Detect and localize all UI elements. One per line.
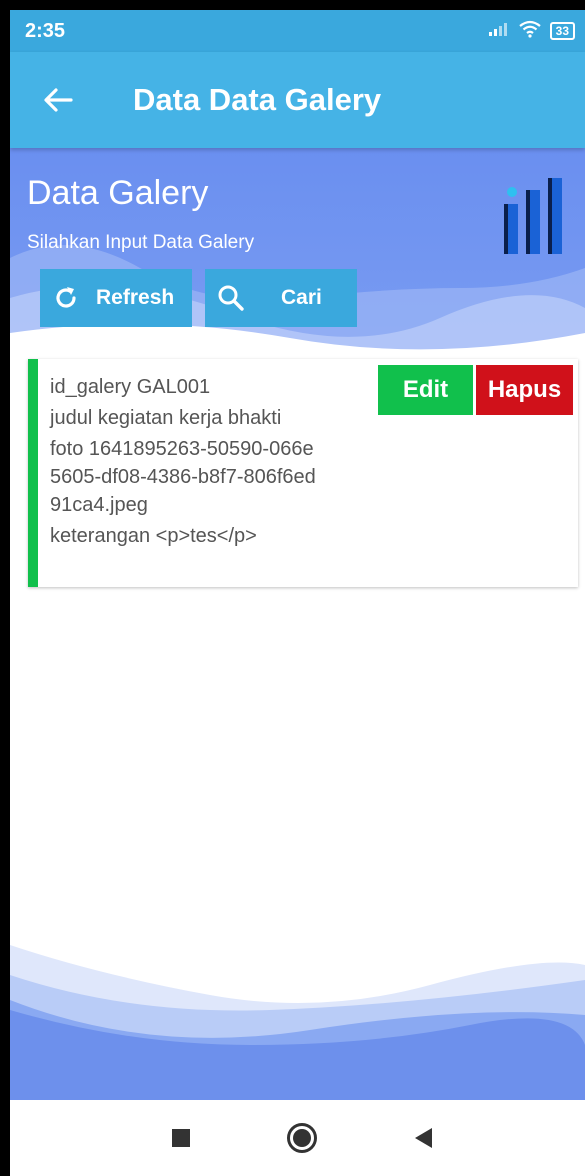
search-button[interactable]: Cari <box>205 269 357 327</box>
square-icon <box>172 1129 190 1147</box>
galery-photo: foto 1641895263-50590-066e 5605-df08-438… <box>50 435 370 519</box>
galery-photo-line2: 5605-df08-4386-b8f7-806f6ed <box>50 466 316 488</box>
galery-title: judul kegiatan kerja bhakti <box>50 407 282 429</box>
triangle-back-icon <box>415 1128 432 1148</box>
page-title: Data Galery <box>27 174 209 212</box>
galery-card-details: id_galery GAL001 judul kegiatan kerja bh… <box>50 373 370 553</box>
app-bar-title: Data Data Galery <box>133 82 382 117</box>
edit-button[interactable]: Edit <box>378 365 473 415</box>
back-button[interactable] <box>28 70 88 130</box>
arrow-left-icon <box>44 88 73 112</box>
status-bar: 2:35 33 <box>10 10 585 52</box>
refresh-icon <box>46 284 86 312</box>
search-label: Cari <box>281 286 322 309</box>
galery-description: keterangan <p>tes</p> <box>50 525 257 547</box>
footer-waves <box>10 945 585 1100</box>
page-header: Data Galery Silahkan Input Data Galery R… <box>10 148 585 358</box>
battery-indicator: 33 <box>549 22 575 40</box>
galery-card: id_galery GAL001 judul kegiatan kerja bh… <box>28 359 578 587</box>
app-bar: Data Data Galery <box>10 52 585 148</box>
bar-chart-logo-icon <box>504 178 562 254</box>
home-button[interactable] <box>286 1122 318 1154</box>
search-icon <box>211 283 251 313</box>
galery-photo-line3: 91ca4.jpeg <box>50 494 148 516</box>
back-nav-button[interactable] <box>412 1126 434 1150</box>
system-nav-bar <box>10 1100 585 1176</box>
app-screen: 2:35 33 Data Data Galery Data Galery Sil… <box>10 10 585 1176</box>
status-icons: 33 <box>488 20 575 43</box>
signal-icon <box>488 21 510 42</box>
galery-id: id_galery GAL001 <box>50 376 211 398</box>
recent-apps-button[interactable] <box>170 1127 192 1149</box>
status-time: 2:35 <box>25 19 66 42</box>
page-subtitle: Silahkan Input Data Galery <box>27 232 255 253</box>
wifi-icon <box>518 20 542 43</box>
refresh-button[interactable]: Refresh <box>40 269 192 327</box>
circle-icon <box>287 1123 317 1153</box>
refresh-label: Refresh <box>96 286 175 309</box>
galery-photo-line1: foto 1641895263-50590-066e <box>50 438 314 460</box>
delete-button[interactable]: Hapus <box>476 365 573 415</box>
